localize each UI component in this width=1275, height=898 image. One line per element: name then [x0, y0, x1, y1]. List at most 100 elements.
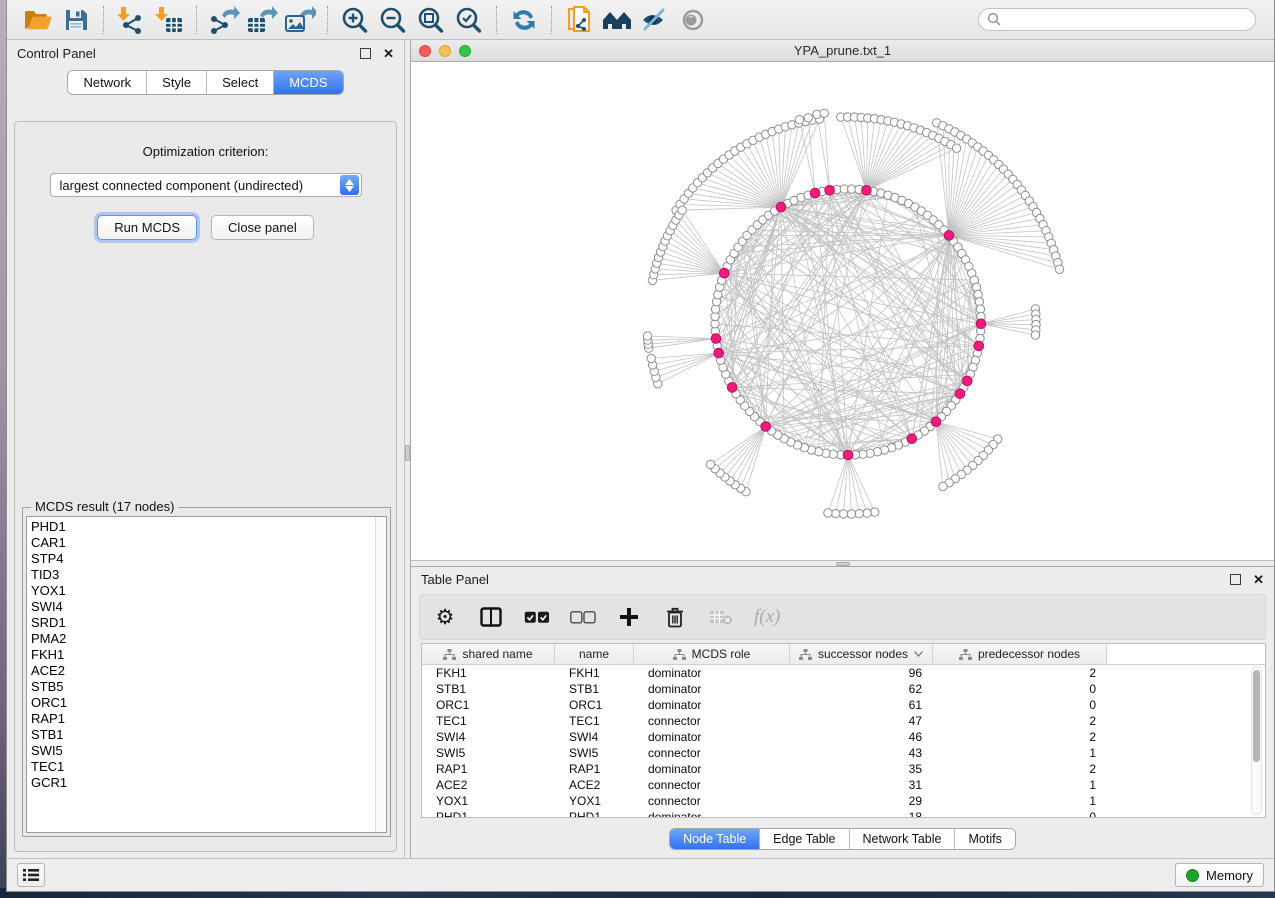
tab-edge-table[interactable]: Edge Table	[760, 829, 849, 849]
table-scrollbar-thumb[interactable]	[1253, 670, 1260, 762]
graph-hub-node[interactable]	[974, 341, 984, 351]
task-history-button[interactable]	[17, 863, 45, 887]
graph-hub-node[interactable]	[714, 348, 724, 358]
column-header-MCDS-role[interactable]: MCDS role	[634, 644, 790, 664]
export-image-icon[interactable]	[283, 5, 317, 35]
first-neighbors-icon[interactable]	[600, 5, 634, 35]
graph-leaf-node[interactable]	[795, 116, 803, 124]
graph-hub-node[interactable]	[810, 188, 820, 198]
mcds-result-item[interactable]: FKH1	[31, 647, 375, 663]
float-table-panel-icon[interactable]	[1230, 574, 1241, 585]
graph-leaf-node[interactable]	[839, 510, 847, 518]
mcds-result-item[interactable]: TID3	[31, 567, 375, 583]
graph-hub-node[interactable]	[976, 319, 986, 329]
tab-mcds[interactable]: MCDS	[274, 71, 342, 94]
add-column-icon[interactable]	[616, 604, 642, 630]
open-file-icon[interactable]	[21, 5, 55, 35]
graph-leaf-node[interactable]	[855, 510, 863, 518]
graph-hub-node[interactable]	[955, 389, 965, 399]
save-session-icon[interactable]	[59, 5, 93, 35]
import-table-icon[interactable]	[152, 5, 186, 35]
graph-hub-node[interactable]	[825, 186, 835, 196]
graph-leaf-node[interactable]	[952, 144, 960, 152]
graph-leaf-node[interactable]	[847, 510, 855, 518]
vertical-splitter[interactable]	[404, 40, 411, 858]
splitter-handle[interactable]	[405, 445, 410, 461]
graph-leaf-node[interactable]	[643, 332, 651, 340]
export-table-icon[interactable]	[245, 5, 279, 35]
show-columns-icon[interactable]	[478, 604, 504, 630]
graph-hub-node[interactable]	[727, 383, 737, 393]
tab-node-table[interactable]: Node Table	[670, 829, 760, 849]
refresh-icon[interactable]	[507, 5, 541, 35]
mcds-result-item[interactable]: RAP1	[31, 711, 375, 727]
mcds-result-item[interactable]: TEC1	[31, 759, 375, 775]
graph-leaf-node[interactable]	[647, 354, 655, 362]
graph-leaf-node[interactable]	[1055, 265, 1063, 273]
column-header-successor-nodes[interactable]: successor nodes	[790, 644, 933, 664]
graph-nodes[interactable]	[643, 109, 1063, 518]
tab-motifs[interactable]: Motifs	[955, 829, 1014, 849]
mcds-result-item[interactable]: SWI5	[31, 743, 375, 759]
table-scrollbar[interactable]	[1251, 666, 1262, 815]
graph-leaf-node[interactable]	[678, 206, 686, 214]
table-row[interactable]: TEC1TEC1connector472	[422, 713, 1265, 729]
graph-leaf-node[interactable]	[706, 460, 714, 468]
table-row[interactable]: STB1STB1dominator620	[422, 681, 1265, 697]
column-header-name[interactable]: name	[555, 644, 634, 664]
column-header-shared-name[interactable]: shared name	[422, 644, 555, 664]
tab-network[interactable]: Network	[68, 71, 147, 94]
show-all-icon[interactable]	[676, 5, 710, 35]
import-network-icon[interactable]	[114, 5, 148, 35]
optimization-criterion-dropdown[interactable]: largest connected component (undirected)	[50, 173, 362, 197]
mcds-result-item[interactable]: ACE2	[31, 663, 375, 679]
graph-leaf-node[interactable]	[804, 114, 812, 122]
graph-hub-node[interactable]	[962, 376, 972, 386]
mcds-result-item[interactable]: STB1	[31, 727, 375, 743]
table-row[interactable]: FKH1FKH1dominator962	[422, 665, 1265, 681]
clone-network-icon[interactable]	[562, 5, 596, 35]
tab-select[interactable]: Select	[207, 71, 274, 94]
close-panel-button[interactable]: Close panel	[211, 215, 314, 240]
mcds-result-item[interactable]: STB5	[31, 679, 375, 695]
graph-hub-node[interactable]	[843, 450, 853, 460]
table-row[interactable]: SWI5SWI5connector431	[422, 745, 1265, 761]
horizontal-splitter[interactable]	[411, 560, 1274, 567]
column-header-predecessor-nodes[interactable]: predecessor nodes	[933, 644, 1107, 664]
mcds-result-item[interactable]: PHD1	[31, 519, 375, 535]
mcds-result-item[interactable]: SRD1	[31, 615, 375, 631]
graph-hub-node[interactable]	[907, 434, 917, 444]
zoom-fit-icon[interactable]	[414, 5, 448, 35]
graph-hub-node[interactable]	[944, 231, 954, 241]
graph-leaf-node[interactable]	[824, 509, 832, 517]
table-row[interactable]: RAP1RAP1dominator352	[422, 761, 1265, 777]
graph-hub-node[interactable]	[931, 417, 941, 427]
graph-hub-node[interactable]	[711, 334, 721, 344]
network-canvas[interactable]	[411, 62, 1274, 560]
graph-hub-node[interactable]	[776, 202, 786, 212]
memory-button[interactable]: Memory	[1175, 863, 1264, 887]
table-row[interactable]: ACE2ACE2connector311	[422, 777, 1265, 793]
delete-column-icon[interactable]	[662, 604, 688, 630]
table-row[interactable]: SWI4SWI4dominator462	[422, 729, 1265, 745]
mcds-result-item[interactable]: YOX1	[31, 583, 375, 599]
tab-style[interactable]: Style	[147, 71, 207, 94]
splitter-handle[interactable]	[836, 562, 850, 566]
zoom-out-icon[interactable]	[376, 5, 410, 35]
graph-leaf-node[interactable]	[871, 508, 879, 516]
table-row[interactable]: ORC1ORC1dominator610	[422, 697, 1265, 713]
table-row[interactable]: YOX1YOX1connector291	[422, 793, 1265, 809]
node-table[interactable]: shared namenameMCDS rolesuccessor nodesp…	[421, 643, 1266, 818]
mcds-result-item[interactable]: PMA2	[31, 631, 375, 647]
close-table-panel-icon[interactable]: ✕	[1253, 574, 1264, 585]
tab-network-table[interactable]: Network Table	[850, 829, 956, 849]
export-network-icon[interactable]	[207, 5, 241, 35]
mcds-result-item[interactable]: STP4	[31, 551, 375, 567]
graph-leaf-node[interactable]	[820, 109, 828, 117]
graph-hub-node[interactable]	[720, 268, 730, 278]
close-panel-icon[interactable]: ✕	[383, 48, 394, 59]
graph-leaf-node[interactable]	[832, 509, 840, 517]
table-row[interactable]: PHD1PHD1dominator180	[422, 809, 1265, 818]
select-all-icon[interactable]	[524, 604, 550, 630]
run-mcds-button[interactable]: Run MCDS	[97, 215, 197, 240]
